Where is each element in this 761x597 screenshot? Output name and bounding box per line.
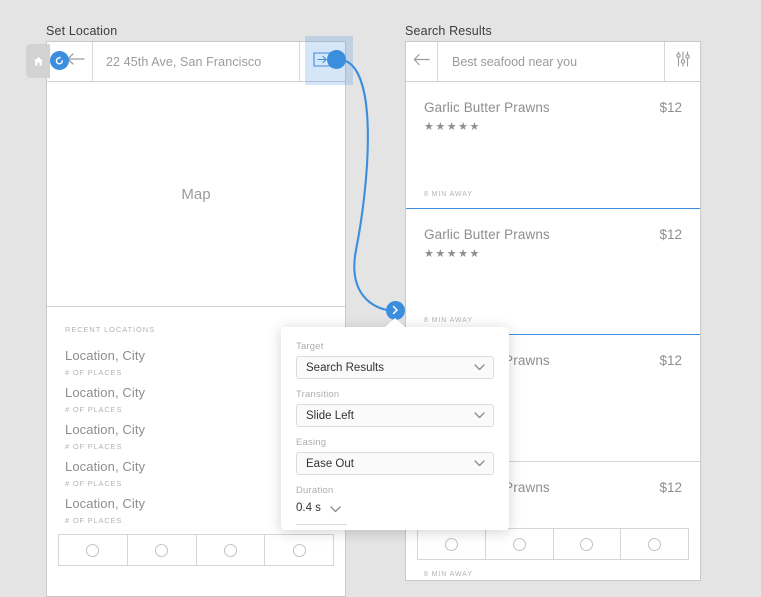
easing-field: Easing Ease Out — [296, 437, 494, 475]
distance-label: 8 MIN AWAY — [424, 571, 473, 578]
result-price: $12 — [659, 353, 682, 368]
tab-item-1[interactable] — [418, 529, 486, 559]
transition-field: Transition Slide Left — [296, 389, 494, 427]
target-value: Search Results — [306, 362, 384, 374]
easing-value: Ease Out — [306, 458, 354, 470]
result-price: $12 — [659, 480, 682, 495]
home-icon — [33, 56, 44, 67]
table-row[interactable]: Garlic Butter Prawns $12 ★★★★★ 8 MIN AWA… — [405, 208, 701, 335]
chevron-down-icon — [474, 362, 485, 374]
tab-item-2[interactable] — [486, 529, 554, 559]
map-label: Map — [181, 186, 210, 203]
circle-icon — [155, 544, 168, 557]
arrow-left-icon — [413, 53, 430, 71]
map-placeholder[interactable]: Map — [47, 82, 345, 307]
circle-icon — [293, 544, 306, 557]
transition-value: Slide Left — [306, 410, 354, 422]
duration-underline — [296, 524, 347, 525]
sliders-filter-icon — [675, 51, 691, 72]
link-start-handle-icon[interactable] — [327, 50, 346, 69]
circle-icon — [86, 544, 99, 557]
circle-icon — [513, 538, 526, 551]
transition-label: Transition — [296, 389, 494, 400]
easing-select[interactable]: Ease Out — [296, 452, 494, 475]
duration-field: Duration 0.4 s — [296, 485, 494, 518]
distance-label: 8 MIN AWAY — [424, 317, 473, 324]
tab-item-4[interactable] — [265, 535, 333, 565]
circle-icon — [445, 538, 458, 551]
right-panel-title: Search Results — [405, 24, 492, 38]
home-tab-handle[interactable] — [26, 44, 50, 78]
filter-button[interactable] — [664, 42, 700, 81]
transition-settings-popup: Target Search Results Transition Slide L… — [281, 327, 509, 530]
rating-stars: ★★★★★ — [424, 247, 682, 260]
circle-icon — [648, 538, 661, 551]
tab-item-1[interactable] — [59, 535, 128, 565]
result-name: Garlic Butter Prawns — [424, 100, 550, 115]
tab-item-4[interactable] — [621, 529, 688, 559]
search-input[interactable]: Best seafood near you — [438, 42, 664, 81]
rating-stars: ★★★★★ — [424, 120, 682, 133]
chevron-down-icon — [474, 458, 485, 470]
result-name: Garlic Butter Prawns — [424, 227, 550, 242]
chevron-down-icon — [330, 500, 341, 518]
left-tabbar — [58, 534, 334, 566]
tab-item-3[interactable] — [554, 529, 622, 559]
result-price: $12 — [659, 227, 682, 242]
transition-select[interactable]: Slide Left — [296, 404, 494, 427]
location-topbar: 22 45th Ave, San Francisco — [47, 42, 345, 82]
left-panel-title: Set Location — [46, 24, 117, 38]
distance-label: 8 MIN AWAY — [424, 191, 473, 198]
popup-pointer — [385, 318, 405, 327]
location-back-cell[interactable] — [47, 42, 93, 81]
search-topbar: Best seafood near you — [406, 42, 700, 82]
chevron-right-icon — [391, 302, 400, 320]
easing-label: Easing — [296, 437, 494, 448]
tab-item-3[interactable] — [197, 535, 266, 565]
circle-icon — [224, 544, 237, 557]
editor-canvas: Set Location — [0, 0, 761, 597]
right-tabbar — [417, 528, 689, 560]
duration-select[interactable]: 0.4 s — [296, 500, 494, 518]
undo-arrow-icon[interactable] — [50, 51, 69, 70]
target-select[interactable]: Search Results — [296, 356, 494, 379]
duration-label: Duration — [296, 485, 494, 496]
duration-value: 0.4 s — [296, 502, 321, 517]
tab-item-2[interactable] — [128, 535, 197, 565]
result-price: $12 — [659, 100, 682, 115]
table-row[interactable]: Garlic Butter Prawns $12 ★★★★★ 8 MIN AWA… — [406, 82, 700, 209]
target-label: Target — [296, 341, 494, 352]
circle-icon — [580, 538, 593, 551]
target-field: Target Search Results — [296, 341, 494, 379]
search-back-button[interactable] — [406, 42, 438, 81]
address-input[interactable]: 22 45th Ave, San Francisco — [93, 42, 299, 81]
chevron-down-icon — [474, 410, 485, 422]
